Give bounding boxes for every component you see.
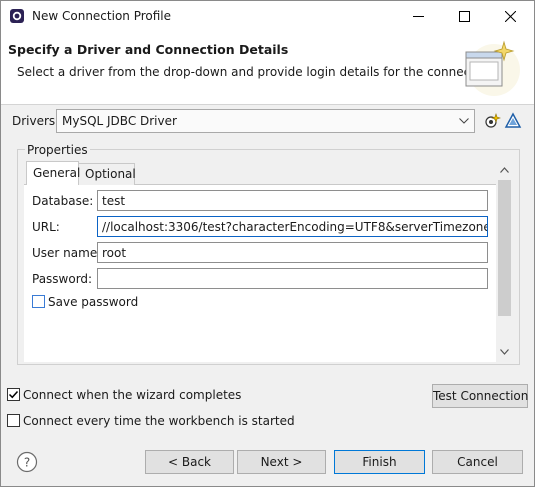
tab-optional[interactable]: Optional: [79, 163, 136, 185]
connect-when-complete-label: Connect when the wizard completes: [23, 388, 242, 402]
save-password-label: Save password: [48, 295, 139, 309]
app-icon: [10, 9, 24, 23]
minimize-button[interactable]: [396, 1, 442, 32]
cancel-label: Cancel: [457, 455, 498, 469]
properties-legend: Properties: [25, 143, 90, 157]
username-field[interactable]: root: [97, 242, 488, 263]
next-label: Next >: [260, 455, 303, 469]
chevron-down-icon: [459, 118, 469, 124]
svg-text:?: ?: [24, 456, 30, 470]
title-bar: New Connection Profile: [1, 1, 534, 32]
wizard-banner: Specify a Driver and Connection Details …: [1, 32, 534, 105]
database-field[interactable]: test: [97, 190, 488, 211]
database-label: Database:: [32, 194, 94, 208]
close-icon: [505, 11, 516, 22]
new-connection-profile-dialog: New Connection Profile Specify a Driver …: [0, 0, 535, 487]
username-label: User name:: [32, 246, 102, 260]
connect-every-time-label: Connect every time the workbench is star…: [23, 414, 295, 428]
cancel-button[interactable]: Cancel: [432, 450, 523, 474]
finish-button[interactable]: Finish: [334, 450, 425, 474]
drivers-label: Drivers:: [12, 114, 60, 128]
scrollbar-thumb[interactable]: [498, 180, 511, 316]
database-value: test: [102, 194, 126, 208]
window-title: New Connection Profile: [32, 9, 172, 23]
checkmark-icon: [8, 390, 19, 399]
page-title: Specify a Driver and Connection Details: [8, 42, 289, 57]
scroll-up-icon[interactable]: [500, 167, 509, 173]
wizard-banner-icon: [465, 40, 520, 96]
password-field[interactable]: [97, 268, 488, 289]
minimize-icon: [413, 16, 424, 17]
url-value: //localhost:3306/test?characterEncoding=…: [102, 220, 488, 234]
drivers-dropdown[interactable]: MySQL JDBC Driver: [56, 109, 475, 133]
test-connection-button[interactable]: Test Connection: [432, 384, 528, 408]
page-description: Select a driver from the drop-down and p…: [17, 65, 497, 79]
next-button[interactable]: Next >: [237, 450, 326, 474]
scroll-down-icon[interactable]: [500, 349, 509, 355]
tab-general-label: General: [33, 166, 81, 180]
url-field[interactable]: //localhost:3306/test?characterEncoding=…: [97, 216, 488, 237]
finish-label: Finish: [362, 455, 397, 469]
maximize-icon: [459, 11, 470, 22]
new-driver-icon[interactable]: [483, 112, 501, 130]
maximize-button[interactable]: [442, 1, 488, 32]
tab-optional-label: Optional: [85, 167, 136, 181]
back-label: < Back: [167, 455, 211, 469]
save-password-checkbox[interactable]: [32, 295, 45, 308]
properties-scrollbar[interactable]: [496, 162, 513, 362]
drivers-selected-value: MySQL JDBC Driver: [62, 114, 177, 128]
tab-general[interactable]: General: [26, 161, 81, 185]
help-icon[interactable]: ?: [16, 451, 38, 473]
connect-when-complete-checkbox[interactable]: [7, 388, 20, 401]
test-connection-label: Test Connection: [433, 389, 529, 403]
close-button[interactable]: [488, 1, 534, 32]
password-label: Password:: [32, 272, 93, 286]
back-button[interactable]: < Back: [145, 450, 234, 474]
connect-every-time-checkbox[interactable]: [7, 414, 20, 427]
edit-driver-icon[interactable]: [504, 112, 522, 130]
username-value: root: [102, 246, 127, 260]
url-label: URL:: [32, 220, 60, 234]
